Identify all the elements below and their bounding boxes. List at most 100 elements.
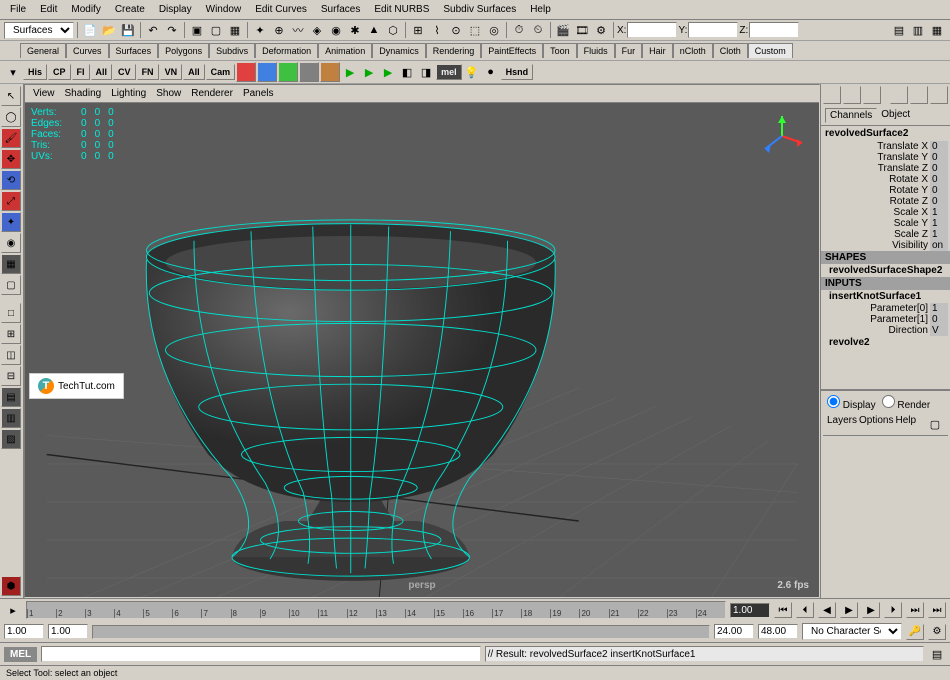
vp-menu-panels[interactable]: Panels	[239, 87, 278, 100]
mask-curve-icon[interactable]: 〰	[289, 21, 307, 39]
panel-btn-6-icon[interactable]	[930, 86, 948, 104]
layout-1-icon[interactable]: ▤	[890, 21, 908, 39]
command-input[interactable]	[41, 646, 480, 662]
translate-z-field[interactable]: 0	[930, 163, 948, 174]
shelf-his-button[interactable]: His	[23, 64, 47, 80]
step-fwd-button[interactable]: ⏭	[906, 602, 924, 618]
mask-handle-icon[interactable]: ✦	[251, 21, 269, 39]
shelf-tab-hair[interactable]: Hair	[642, 43, 673, 58]
manipulator-tool[interactable]: ✦	[1, 212, 21, 232]
shelf-menu-icon[interactable]: ▾	[4, 63, 22, 81]
layer-options-menu[interactable]: Options	[859, 415, 893, 433]
shelf-tab-surfaces[interactable]: Surfaces	[109, 43, 159, 58]
object-name[interactable]: revolvedSurface2	[821, 126, 950, 141]
vp-menu-show[interactable]: Show	[152, 87, 185, 100]
shelf-orange-icon[interactable]	[320, 62, 340, 82]
shelf-tab-painteffects[interactable]: PaintEffects	[481, 43, 543, 58]
channels-tab[interactable]: Channels	[825, 108, 877, 123]
rotate-x-field[interactable]: 0	[930, 174, 948, 185]
menu-editcurves[interactable]: Edit Curves	[249, 2, 313, 17]
vp-menu-lighting[interactable]: Lighting	[107, 87, 150, 100]
lasso-tool[interactable]: ◯	[1, 107, 21, 127]
display-radio[interactable]: Display	[827, 395, 876, 411]
shelf-play3-icon[interactable]: ▶	[379, 63, 397, 81]
open-scene-icon[interactable]: 📂	[100, 21, 118, 39]
vp-menu-view[interactable]: View	[29, 87, 59, 100]
vp-menu-shading[interactable]: Shading	[61, 87, 106, 100]
shelf-fn-button[interactable]: FN	[137, 64, 159, 80]
shelf-light-icon[interactable]: 💡	[463, 63, 481, 81]
panel-btn-5-icon[interactable]	[910, 86, 928, 104]
render-globals-icon[interactable]: ⚙	[592, 21, 610, 39]
shelf-cp-button[interactable]: CP	[48, 64, 71, 80]
paint-select-tool[interactable]: 🖌	[1, 128, 21, 148]
shelf-tab-ncloth[interactable]: nCloth	[673, 43, 713, 58]
prev-key-button[interactable]: ◀	[818, 602, 836, 618]
menu-file[interactable]: File	[4, 2, 32, 17]
menu-surfaces[interactable]: Surfaces	[315, 2, 366, 17]
undo-icon[interactable]: ↶	[144, 21, 162, 39]
playback-end-field[interactable]	[714, 624, 754, 639]
soft-mod-tool[interactable]: ◉	[1, 233, 21, 253]
shelf-hsnd-button[interactable]: Hsnd	[501, 64, 534, 80]
character-set-dropdown[interactable]: No Character Set	[802, 623, 902, 640]
shelf-tab-deformation[interactable]: Deformation	[255, 43, 318, 58]
shelf-all2-button[interactable]: All	[183, 64, 205, 80]
mask-deform-icon[interactable]: ◉	[327, 21, 345, 39]
select-hierarchy-icon[interactable]: ▣	[188, 21, 206, 39]
layout-three-button[interactable]: ⊟	[1, 366, 21, 386]
save-scene-icon[interactable]: 💾	[119, 21, 137, 39]
coord-x-input[interactable]	[627, 22, 677, 38]
shelf-hrb-icon[interactable]: ◧	[398, 63, 416, 81]
menu-help[interactable]: Help	[524, 2, 557, 17]
shelf-tab-fluids[interactable]: Fluids	[577, 43, 615, 58]
mask-joint-icon[interactable]: ⊕	[270, 21, 288, 39]
autokey-button[interactable]: 🔑	[906, 624, 924, 640]
range-end-field[interactable]	[758, 624, 798, 639]
select-component-icon[interactable]: ▦	[226, 21, 244, 39]
panel-btn-4-icon[interactable]	[890, 86, 908, 104]
menu-subdiv[interactable]: Subdiv Surfaces	[437, 2, 522, 17]
panel-btn-3-icon[interactable]	[863, 86, 881, 104]
end-button[interactable]: ⏭	[928, 602, 946, 618]
snap-plane-icon[interactable]: ⬚	[466, 21, 484, 39]
move-tool[interactable]: ✥	[1, 149, 21, 169]
next-key-button[interactable]: ⏵	[884, 602, 902, 618]
layer-help-menu[interactable]: Help	[895, 415, 916, 433]
shelf-play2-icon[interactable]: ▶	[360, 63, 378, 81]
shelf-tab-general[interactable]: General	[20, 43, 66, 58]
shelf-red-icon[interactable]	[236, 62, 256, 82]
shelf-play1-icon[interactable]: ▶	[341, 63, 359, 81]
shelf-tab-toon[interactable]: Toon	[543, 43, 577, 58]
shelf-tab-subdivs[interactable]: Subdivs	[209, 43, 255, 58]
new-layer-icon[interactable]: ▢	[926, 415, 944, 433]
anim-menu-icon[interactable]: ▸	[4, 601, 22, 619]
layout-four-button[interactable]: ⊞	[1, 324, 21, 344]
param1-field[interactable]: 0	[930, 314, 948, 325]
menu-create[interactable]: Create	[109, 2, 151, 17]
rotate-y-field[interactable]: 0	[930, 185, 948, 196]
shelf-all1-button[interactable]: All	[91, 64, 113, 80]
translate-y-field[interactable]: 0	[930, 152, 948, 163]
range-slider[interactable]	[92, 625, 710, 639]
module-selector[interactable]: Surfaces	[4, 22, 74, 39]
object-tab[interactable]: Object	[877, 108, 914, 123]
mask-render-icon[interactable]: ▲	[365, 21, 383, 39]
layout-single-button[interactable]: □	[1, 303, 21, 323]
layout-persp-button[interactable]: ▤	[1, 387, 21, 407]
coord-z-input[interactable]	[749, 22, 799, 38]
select-tool[interactable]: ↖	[1, 86, 21, 106]
step-back-button[interactable]: ⏴	[796, 602, 814, 618]
current-frame-field[interactable]	[730, 603, 770, 618]
play-fwd-button[interactable]: ▶	[862, 602, 880, 618]
redo-icon[interactable]: ↷	[163, 21, 181, 39]
shelf-cv-button[interactable]: CV	[113, 64, 136, 80]
viewport-3d[interactable]: Verts:000 Edges:000 Faces:000 Tris:000 U…	[25, 103, 819, 597]
render-frame-icon[interactable]: 🎬	[554, 21, 572, 39]
ipr-render-icon[interactable]: 🎞	[573, 21, 591, 39]
param0-field[interactable]: 1	[930, 303, 948, 314]
rotate-tool[interactable]: ⟲	[1, 170, 21, 190]
history-on-icon[interactable]: ⏱	[510, 21, 528, 39]
menu-editnurbs[interactable]: Edit NURBS	[368, 2, 435, 17]
rotate-z-field[interactable]: 0	[930, 196, 948, 207]
